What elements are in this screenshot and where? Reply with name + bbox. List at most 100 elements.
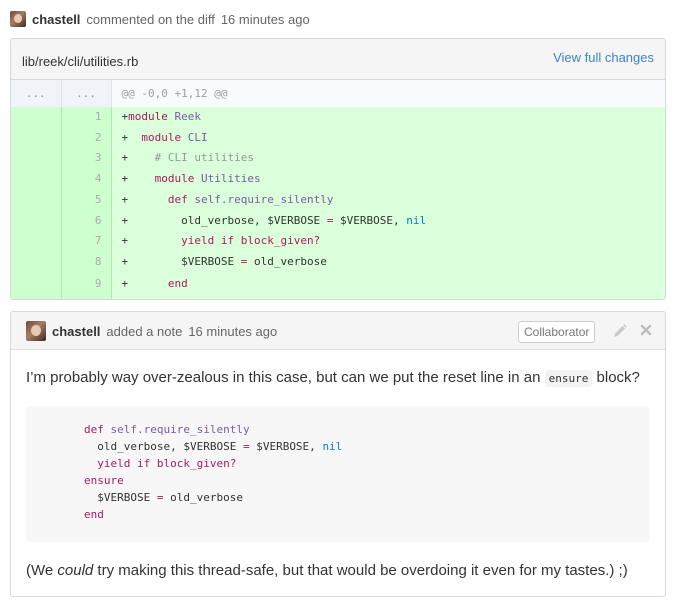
note-text: (We bbox=[26, 562, 58, 579]
pencil-icon[interactable] bbox=[612, 323, 628, 339]
code-token: nil bbox=[406, 213, 427, 227]
new-line-number[interactable]: 5 bbox=[61, 189, 112, 211]
diff-prefix: + bbox=[121, 151, 155, 165]
diff-filler-cell bbox=[61, 295, 112, 299]
old-line-number[interactable] bbox=[11, 107, 62, 128]
code-line: +module Reek bbox=[111, 107, 665, 128]
close-icon[interactable] bbox=[639, 321, 653, 339]
code-token: yield if block_given? bbox=[181, 234, 321, 248]
new-line-number[interactable]: 1 bbox=[61, 107, 112, 128]
diff-box: lib/reek/cli/utilities.rb View full chan… bbox=[10, 38, 666, 300]
code-line: + # CLI utilities bbox=[111, 148, 665, 170]
diff-added-line: 1 +module Reek bbox=[11, 107, 665, 128]
code-token: old_verbose, $VERBOSE bbox=[97, 440, 243, 453]
new-line-number[interactable]: 8 bbox=[61, 251, 112, 273]
comment-time[interactable]: 16 minutes ago bbox=[221, 12, 310, 27]
new-line-number[interactable]: 4 bbox=[61, 169, 112, 190]
old-line-number[interactable] bbox=[11, 148, 62, 170]
code-token: # CLI utilities bbox=[154, 151, 254, 165]
code-token: old_verbose, $VERBOSE bbox=[181, 213, 327, 227]
old-line-number[interactable] bbox=[11, 272, 62, 296]
comment-action: commented on the diff bbox=[86, 11, 215, 27]
diff-table: ... ... @@ -0,0 +1,12 @@ 1 +module Reek 2 +… bbox=[11, 80, 665, 299]
code-token: def bbox=[167, 192, 195, 206]
file-path: lib/reek/cli/utilities.rb bbox=[22, 54, 139, 69]
code-token: $VERBOSE bbox=[97, 491, 157, 504]
diff-added-line: 7 + yield if block_given? bbox=[11, 231, 665, 252]
old-line-number[interactable] bbox=[11, 251, 62, 273]
note-text: block? bbox=[592, 369, 640, 386]
note-header: chastell added a note 16 minutes ago Col… bbox=[11, 312, 665, 350]
note-author-line: chastell added a note 16 minutes ago bbox=[26, 321, 277, 341]
code-line: + yield if block_given? bbox=[111, 231, 665, 252]
code-line: + end bbox=[111, 272, 665, 296]
old-line-number[interactable]: ... bbox=[11, 80, 62, 107]
new-line-number[interactable]: 7 bbox=[61, 231, 112, 252]
code-token: $VERBOSE bbox=[181, 254, 241, 268]
code-token: yield if block_given? bbox=[97, 457, 237, 470]
code-token: ensure bbox=[84, 474, 124, 487]
diff-file-header: lib/reek/cli/utilities.rb View full chan… bbox=[11, 39, 665, 80]
code-token: CLI bbox=[187, 130, 208, 144]
code-token: Reek bbox=[174, 110, 201, 123]
old-line-number[interactable] bbox=[11, 169, 62, 190]
note-paragraph: I’m probably way over-zealous in this ca… bbox=[26, 369, 656, 387]
comment-note: chastell added a note 16 minutes ago Col… bbox=[10, 311, 666, 597]
code-token: $VERBOSE, bbox=[333, 213, 407, 227]
new-line-number[interactable]: 2 bbox=[61, 127, 112, 149]
code-block: def self.require_silently old_verbose, $… bbox=[26, 406, 650, 542]
code-line: + old_verbose, $VERBOSE = $VERBOSE, nil bbox=[111, 210, 665, 232]
new-line-number[interactable]: ... bbox=[61, 80, 112, 107]
avatar[interactable] bbox=[26, 321, 46, 341]
old-line-number[interactable] bbox=[11, 189, 62, 211]
diff-prefix: + bbox=[121, 192, 168, 206]
new-line-number[interactable]: 9 bbox=[61, 272, 112, 296]
note-text: I’m probably way over-zealous in this ca… bbox=[26, 369, 545, 386]
code-line: ensure bbox=[84, 472, 124, 489]
diff-prefix: + bbox=[121, 276, 168, 290]
diff-added-line: 2 + module CLI bbox=[11, 127, 665, 149]
diff-prefix: + bbox=[121, 254, 182, 268]
diff-prefix: + bbox=[121, 172, 155, 186]
old-line-number[interactable] bbox=[11, 210, 62, 232]
code-line: + $VERBOSE = old_verbose bbox=[111, 251, 665, 273]
note-time[interactable]: 16 minutes ago bbox=[188, 324, 277, 339]
old-line-number[interactable] bbox=[11, 127, 62, 149]
diff-added-line: 8 + $VERBOSE = old_verbose bbox=[11, 251, 665, 273]
diff-filler-cell bbox=[11, 295, 62, 299]
collaborator-badge: Collaborator bbox=[518, 321, 596, 343]
author-name[interactable]: chastell bbox=[52, 324, 100, 339]
code-token: module bbox=[141, 130, 188, 144]
view-full-changes-link[interactable]: View full changes bbox=[553, 50, 654, 65]
hunk-header: @@ -0,0 +1,12 @@ bbox=[111, 80, 665, 107]
old-line-number[interactable] bbox=[11, 231, 62, 252]
code-token: = bbox=[242, 440, 250, 453]
diff-prefix: + bbox=[121, 130, 142, 144]
code-token: end bbox=[167, 276, 188, 290]
avatar[interactable] bbox=[10, 11, 26, 27]
author-name[interactable]: chastell bbox=[32, 12, 80, 27]
diff-prefix: + bbox=[121, 213, 182, 227]
code-token: module bbox=[128, 110, 175, 123]
diff-prefix: + bbox=[121, 234, 182, 248]
code-token: old_verbose bbox=[247, 254, 327, 268]
code-token: self.require_silently bbox=[110, 423, 250, 436]
note-text: try making this thread-safe, but that wo… bbox=[93, 562, 628, 579]
note-footer-paragraph: (We could try making this thread-safe, b… bbox=[26, 562, 656, 579]
code-line: + module CLI bbox=[111, 127, 665, 149]
code-token: $VERBOSE, bbox=[249, 440, 323, 453]
code-token: end bbox=[84, 508, 104, 521]
code-token: nil bbox=[322, 440, 343, 453]
diff-added-line: 9 + end bbox=[11, 272, 665, 296]
new-line-number[interactable]: 6 bbox=[61, 210, 112, 232]
commit-comment-header: chastell commented on the diff 16 minute… bbox=[10, 9, 310, 29]
diff-added-line: 5 + def self.require_silently bbox=[11, 189, 665, 211]
hunk-header-row: ... ... @@ -0,0 +1,12 @@ bbox=[11, 80, 665, 107]
code-token: old_verbose bbox=[163, 491, 243, 504]
code-line: def self.require_silently bbox=[84, 421, 250, 438]
code-line: + def self.require_silently bbox=[111, 189, 665, 211]
new-line-number[interactable]: 3 bbox=[61, 148, 112, 170]
